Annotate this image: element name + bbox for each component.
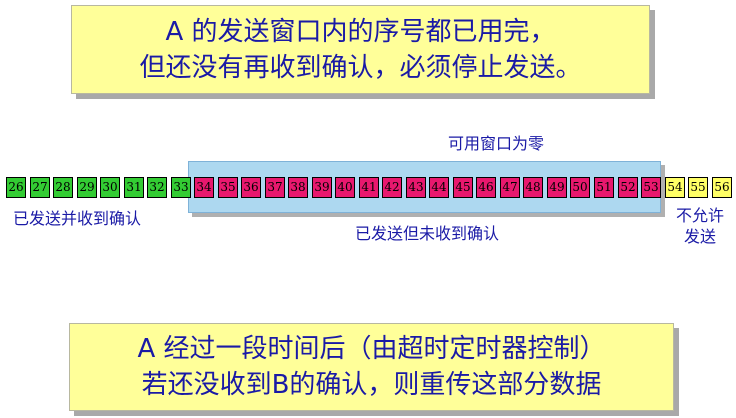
top-note: A 的发送窗口内的序号都已用完， 但还没有再收到确认，必须停止发送。 <box>71 5 650 94</box>
seq-cell-acked: 29 <box>77 177 97 198</box>
seq-cell-acked: 30 <box>100 177 120 198</box>
sent-unacked-label: 已发送但未收到确认 <box>355 224 500 243</box>
send-window <box>188 161 661 213</box>
top-note-line-2: 但还没有再收到确认，必须停止发送。 <box>139 53 582 83</box>
seq-cell-acked: 31 <box>124 177 144 198</box>
seq-cell-acked: 26 <box>6 177 26 198</box>
seq-cell-acked: 28 <box>53 177 73 198</box>
not-allowed-label-line-1: 不允许 <box>675 206 724 225</box>
not-allowed-label: 不允许 发送 <box>670 205 730 247</box>
bottom-note-line-2: 若还没收到B的确认，则重传这部分数据 <box>141 370 602 400</box>
not-allowed-label-line-2: 发送 <box>683 227 716 246</box>
seq-cell-acked: 27 <box>30 177 50 198</box>
bottom-note: A 经过一段时间后（由超时定时器控制） 若还没收到B的确认，则重传这部分数据 <box>69 323 674 411</box>
seq-cell-blocked: 54 <box>665 177 685 198</box>
seq-cell-acked: 32 <box>147 177 167 198</box>
top-note-line-1: A 的发送窗口内的序号都已用完， <box>165 17 556 47</box>
window-label: 可用窗口为零 <box>448 134 545 153</box>
bottom-note-line-1: A 经过一段时间后（由超时定时器控制） <box>137 334 606 364</box>
seq-cell-blocked: 55 <box>688 177 708 198</box>
seq-cell-blocked: 56 <box>712 177 732 198</box>
acked-label: 已发送并收到确认 <box>13 209 142 228</box>
